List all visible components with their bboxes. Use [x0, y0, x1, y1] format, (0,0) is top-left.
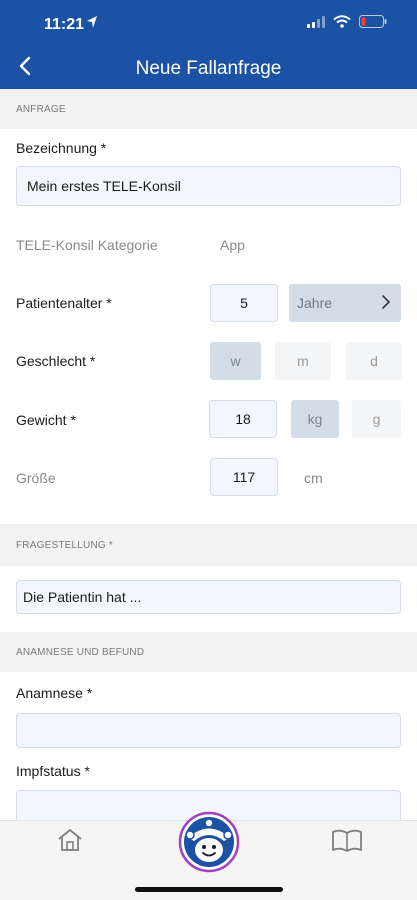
- bezeichnung-input[interactable]: Mein erstes TELE-Konsil: [16, 166, 401, 206]
- groesse-input[interactable]: 117: [210, 458, 278, 496]
- patientenalter-label: Patientenalter *: [16, 295, 112, 311]
- location-arrow-icon: [86, 15, 98, 34]
- status-indicators: [307, 15, 387, 33]
- signal-icon: [307, 15, 325, 33]
- gewicht-label: Gewicht *: [16, 412, 76, 428]
- bezeichnung-label: Bezeichnung *: [16, 140, 107, 156]
- chevron-right-icon: [381, 294, 391, 313]
- groesse-label: Größe: [16, 470, 56, 486]
- status-time: 11:21: [44, 16, 85, 33]
- kategorie-value[interactable]: App: [220, 237, 245, 253]
- kategorie-label: TELE-Konsil Kategorie: [16, 237, 158, 253]
- battery-icon: [359, 15, 387, 33]
- age-unit-value: Jahre: [297, 295, 333, 311]
- home-indicator: [135, 887, 283, 892]
- section-header-fragestellung: FRAGESTELLUNG *: [0, 524, 417, 566]
- wifi-icon: [333, 15, 351, 33]
- anamnese-input[interactable]: [16, 713, 401, 748]
- top-bar: 11:21 Neue Fallanfrage: [0, 0, 417, 89]
- page-title: Neue Fallanfrage: [135, 58, 282, 79]
- book-icon[interactable]: [331, 829, 363, 858]
- home-icon[interactable]: [56, 827, 84, 858]
- section-header-anfrage: ANFRAGE: [0, 89, 417, 129]
- patientenalter-input[interactable]: 5: [210, 284, 278, 322]
- groesse-unit: cm: [304, 470, 323, 486]
- mascot-avatar-icon[interactable]: [178, 811, 240, 878]
- weight-unit-g[interactable]: g: [352, 400, 401, 438]
- gewicht-input[interactable]: 18: [209, 400, 277, 438]
- section-header-anamnese-befund: ANAMNESE UND BEFUND: [0, 632, 417, 672]
- geschlecht-label: Geschlecht *: [16, 353, 96, 369]
- age-unit-select[interactable]: Jahre: [289, 284, 401, 322]
- anamnese-label: Anamnese *: [16, 685, 93, 701]
- fragestellung-input[interactable]: Die Patientin hat ...: [16, 580, 401, 614]
- impfstatus-label: Impfstatus *: [16, 763, 90, 779]
- gender-option-w[interactable]: w: [210, 342, 261, 380]
- gender-option-d[interactable]: d: [346, 342, 402, 380]
- weight-unit-kg[interactable]: kg: [291, 400, 339, 438]
- gender-option-m[interactable]: m: [275, 342, 331, 380]
